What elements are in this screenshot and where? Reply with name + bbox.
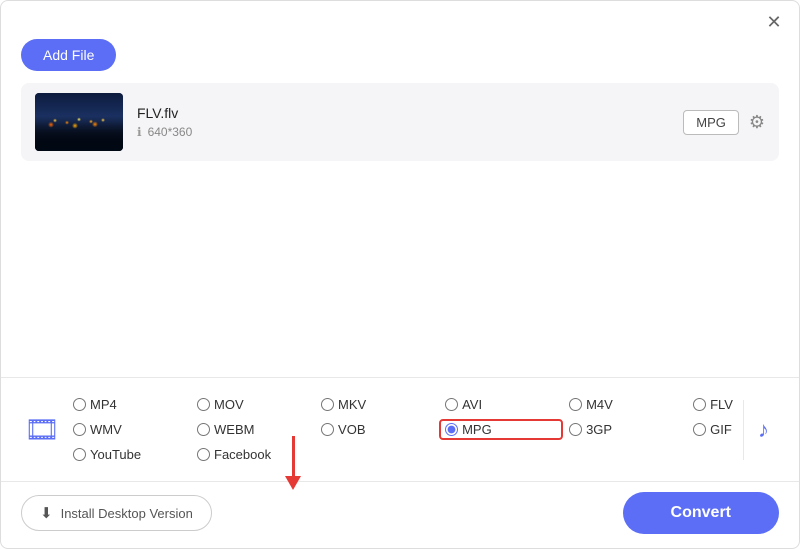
format-label-mkv: MKV: [338, 397, 366, 412]
file-info: FLV.flv ℹ 640*360: [137, 105, 669, 139]
format-label-mpg: MPG: [462, 422, 492, 437]
app-window: ✕ Add File FLV.flv ℹ 640*360 MPG ⚙: [0, 0, 800, 549]
music-format-icon-area[interactable]: ♪: [743, 400, 783, 460]
format-option-avi[interactable]: AVI: [439, 394, 563, 415]
format-radio-mov[interactable]: [197, 398, 210, 411]
format-option-mp4[interactable]: MP4: [67, 394, 191, 415]
format-label-m4v: M4V: [586, 397, 613, 412]
format-radio-m4v[interactable]: [569, 398, 582, 411]
format-radio-avi[interactable]: [445, 398, 458, 411]
format-option-webm[interactable]: WEBM: [191, 419, 315, 440]
format-radio-mkv[interactable]: [321, 398, 334, 411]
file-thumbnail: [35, 93, 123, 151]
format-option-gif[interactable]: GIF: [687, 419, 739, 440]
format-label-3gp: 3GP: [586, 422, 612, 437]
format-radio-vob[interactable]: [321, 423, 334, 436]
format-label-flv: FLV: [710, 397, 733, 412]
format-selector: 🎞 MP4 MOV MKV AVI: [1, 378, 799, 481]
video-format-icon-area[interactable]: 🎞: [17, 400, 67, 460]
info-icon: ℹ: [137, 125, 142, 139]
bottom-action: ⬇ Install Desktop Version Convert: [1, 481, 799, 548]
format-radio-3gp[interactable]: [569, 423, 582, 436]
format-label-wmv: WMV: [90, 422, 122, 437]
format-grid: MP4 MOV MKV AVI M4V: [67, 388, 739, 471]
video-icon: 🎞: [24, 413, 60, 446]
format-radio-flv[interactable]: [693, 398, 706, 411]
music-icon: ♪: [758, 417, 769, 443]
file-actions: MPG ⚙: [683, 110, 765, 135]
format-radio-webm[interactable]: [197, 423, 210, 436]
format-radio-mp4[interactable]: [73, 398, 86, 411]
convert-button[interactable]: Convert: [623, 492, 779, 534]
format-radio-wmv[interactable]: [73, 423, 86, 436]
title-bar: ✕: [1, 1, 799, 39]
format-radio-youtube[interactable]: [73, 448, 86, 461]
format-option-mkv[interactable]: MKV: [315, 394, 439, 415]
format-option-facebook[interactable]: Facebook: [191, 444, 315, 465]
format-option-wmv[interactable]: WMV: [67, 419, 191, 440]
format-radio-gif[interactable]: [693, 423, 706, 436]
format-option-youtube[interactable]: YouTube: [67, 444, 191, 465]
format-label-gif: GIF: [710, 422, 732, 437]
toolbar: Add File: [1, 39, 799, 83]
format-radio-mpg[interactable]: [445, 423, 458, 436]
download-icon: ⬇: [40, 504, 53, 522]
format-option-vob[interactable]: VOB: [315, 419, 439, 440]
format-label-mp4: MP4: [90, 397, 117, 412]
install-label: Install Desktop Version: [61, 506, 193, 521]
install-desktop-button[interactable]: ⬇ Install Desktop Version: [21, 495, 212, 531]
file-list: FLV.flv ℹ 640*360 MPG ⚙: [1, 83, 799, 377]
settings-icon[interactable]: ⚙: [749, 112, 765, 133]
format-option-3gp[interactable]: 3GP: [563, 419, 687, 440]
file-resolution: 640*360: [148, 125, 193, 139]
format-label-youtube: YouTube: [90, 447, 141, 462]
close-button[interactable]: ✕: [765, 13, 783, 31]
format-option-mov[interactable]: MOV: [191, 394, 315, 415]
format-label-vob: VOB: [338, 422, 365, 437]
format-label-mov: MOV: [214, 397, 244, 412]
format-label-webm: WEBM: [214, 422, 254, 437]
format-label-avi: AVI: [462, 397, 482, 412]
file-item: FLV.flv ℹ 640*360 MPG ⚙: [21, 83, 779, 161]
format-badge[interactable]: MPG: [683, 110, 739, 135]
bottom-panel: 🎞 MP4 MOV MKV AVI: [1, 377, 799, 548]
format-label-facebook: Facebook: [214, 447, 271, 462]
file-meta: ℹ 640*360: [137, 125, 669, 139]
format-option-mpg[interactable]: MPG: [439, 419, 563, 440]
file-name: FLV.flv: [137, 105, 669, 121]
format-option-m4v[interactable]: M4V: [563, 394, 687, 415]
format-option-flv[interactable]: FLV: [687, 394, 739, 415]
format-radio-facebook[interactable]: [197, 448, 210, 461]
add-file-button[interactable]: Add File: [21, 39, 116, 71]
